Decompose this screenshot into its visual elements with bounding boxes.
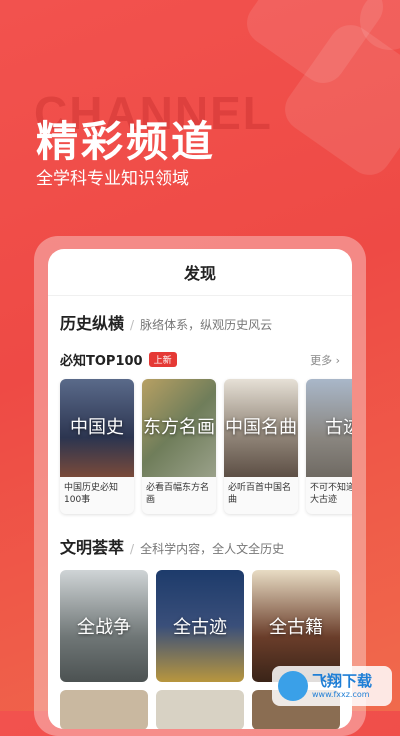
phone-screen: 发现 历史纵横 / 脉络体系，纵观历史风云 必知TOP100 上新 更多 › 中…	[48, 249, 352, 729]
content-card[interactable]: 中国名曲 必听百首中国名曲	[224, 379, 298, 514]
section-header: 历史纵横 / 脉络体系，纵观历史风云	[60, 310, 340, 334]
hero-title: 精彩频道	[36, 117, 217, 166]
category-card[interactable]: 全古迹	[156, 570, 244, 682]
content-card[interactable]: 中国史 中国历史必知100事	[60, 379, 134, 514]
section-description: 脉络体系，纵观历史风云	[140, 318, 273, 332]
logo-icon	[278, 671, 308, 701]
section-separator: /	[130, 542, 135, 556]
card-image: 东方名画	[142, 379, 216, 477]
card-image: 中国名曲	[224, 379, 298, 477]
site-watermark-logo: 飞翔下载 www.fxxz.com	[272, 666, 392, 706]
new-badge: 上新	[148, 352, 177, 367]
hero-subtitle: 全学科专业知识领域	[36, 169, 189, 189]
section-title: 文明荟萃	[60, 538, 125, 557]
card-caption: 必听百首中国名曲	[228, 483, 292, 505]
content-card[interactable]: 东方名画 必看百幅东方名画	[142, 379, 216, 514]
section-separator: /	[130, 318, 135, 332]
subsection-title: 必知TOP100	[60, 354, 143, 369]
card-caption: 不可不知道的百大古迹	[310, 483, 352, 505]
card-image: 古迹	[306, 379, 352, 477]
page-title: 发现	[48, 249, 352, 296]
card-image: 中国史	[60, 379, 134, 477]
logo-text: 飞翔下载 www.fxxz.com	[312, 672, 373, 700]
section-header: 文明荟萃 / 全科学内容，全人文全历史	[60, 534, 340, 558]
history-section: 历史纵横 / 脉络体系，纵观历史风云 必知TOP100 上新 更多 › 中国史 …	[48, 310, 352, 514]
card-caption: 必看百幅东方名画	[146, 483, 210, 505]
card-row: 中国史 中国历史必知100事 东方名画 必看百幅东方名画 中国名曲 必听百首中国…	[60, 379, 352, 514]
logo-url: www.fxxz.com	[312, 690, 370, 699]
more-link[interactable]: 更多 ›	[310, 352, 340, 368]
category-card[interactable]: 全战争	[60, 570, 148, 682]
section-description: 全科学内容，全人文全历史	[140, 542, 285, 556]
content-card[interactable]: 古迹 不可不知道的百大古迹	[306, 379, 352, 514]
section-title: 历史纵横	[60, 314, 125, 333]
category-card[interactable]	[156, 690, 244, 729]
logo-title: 飞翔下载	[312, 672, 373, 690]
subsection-header: 必知TOP100 上新 更多 ›	[60, 350, 340, 369]
card-caption: 中国历史必知100事	[64, 483, 119, 505]
category-card[interactable]	[60, 690, 148, 729]
